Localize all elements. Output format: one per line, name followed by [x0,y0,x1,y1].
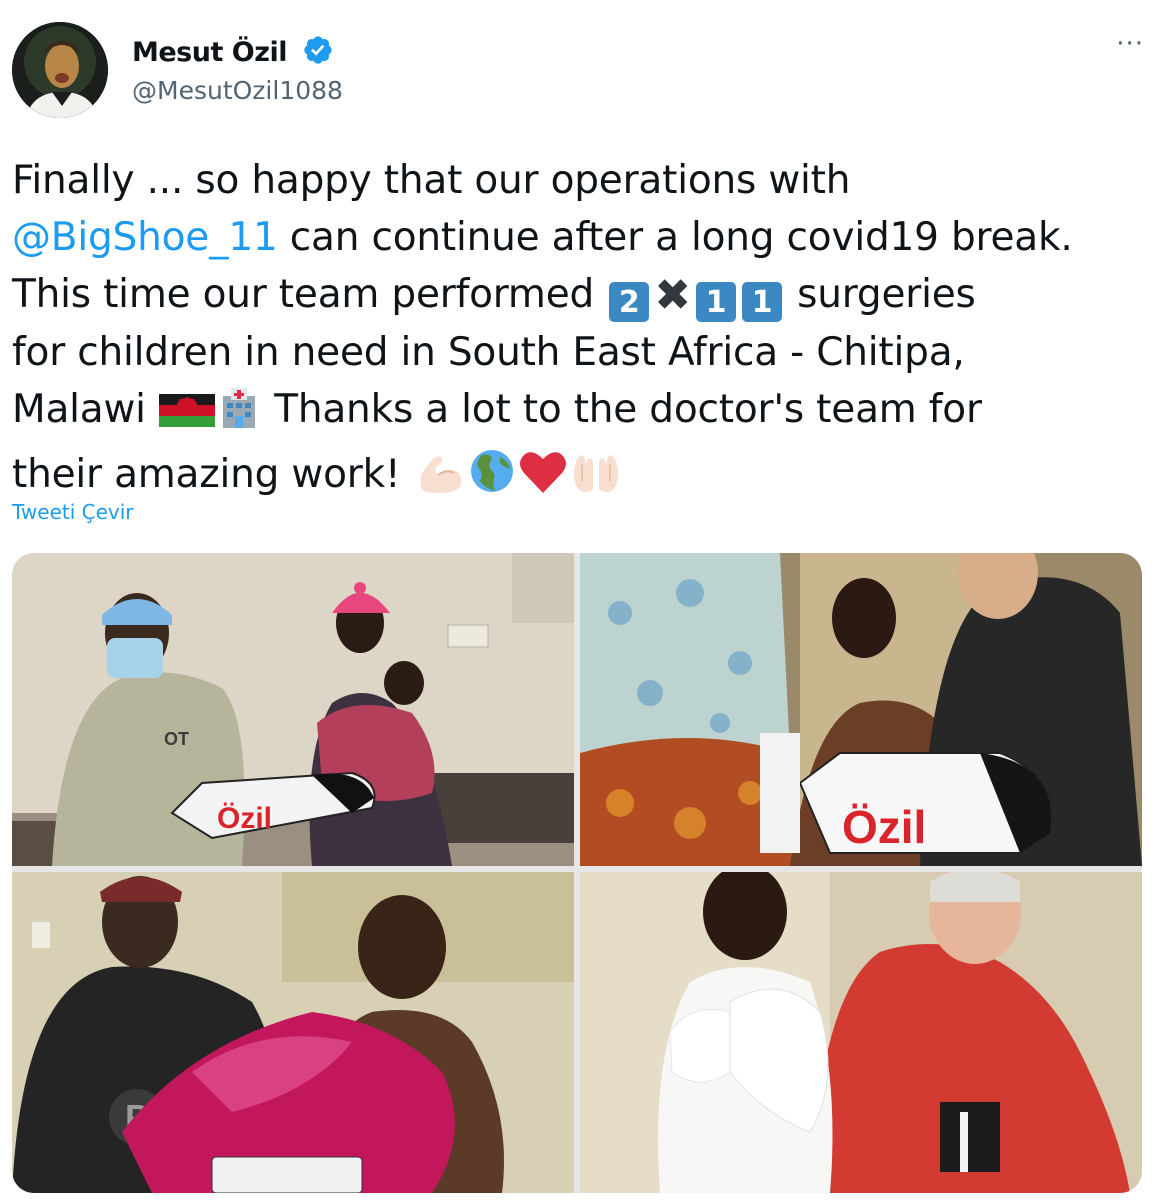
malawi-flag-icon [159,389,216,446]
tweet-line-2: can continue after a long covid19 break. [277,215,1073,260]
photo-2-image: Özil [580,553,1142,866]
red-heart-icon [518,449,568,511]
more-options-icon[interactable]: ··· [1116,31,1144,57]
tweet-line-3-end: surgeries [784,272,976,317]
mention-link[interactable]: @BigShoe_11 [12,215,278,260]
multiply-icon: ✖ [654,270,691,321]
tweet-line-1: Finally ... so happy that our operations… [12,158,851,203]
tweet-line-6: their amazing work! [12,452,413,497]
photo-3-image: P [12,872,574,1193]
avatar[interactable] [12,22,108,118]
tweet-text: Finally ... so happy that our operations… [12,152,1142,511]
flexed-biceps-icon [414,451,466,511]
photo-2[interactable]: Özil [580,553,1142,866]
tweet-line-3-start: This time our team performed [12,272,607,317]
raising-hands-icon [570,451,622,511]
photo-4-image [580,872,1142,1193]
keycap-digit-one: 1 [695,282,736,322]
tweet-line-5-start: Malawi [12,387,159,432]
photo-1-shoe-brand: Özil [217,802,272,835]
keycap-digit-one: 1 [741,282,782,322]
tweet-line-5-end: Thanks a lot to the doctor's team for [262,387,982,432]
photo-4[interactable] [580,872,1142,1193]
display-name-text: Mesut Özil [132,37,287,68]
keycap-digit-two: 2 [609,282,650,322]
tweet-header: Mesut Özil @MesutOzil1088 ··· [12,18,1152,118]
media-grid: Özil OT Özil P [12,553,1142,1193]
translate-tweet-link[interactable]: Tweeti Çevir [12,500,134,524]
photo-3[interactable]: P [12,872,574,1193]
hospital-icon [217,386,261,446]
photo-1[interactable]: Özil OT [12,553,574,866]
verified-badge-icon [302,34,334,66]
photo-1-shirt-text: OT [164,729,189,749]
photo-1-image: Özil OT [12,553,574,866]
user-handle[interactable]: @MesutOzil1088 [132,76,343,105]
photo-2-shoe-brand: Özil [842,801,926,853]
globe-americas-icon [468,447,516,511]
display-name[interactable]: Mesut Özil [132,34,334,68]
tweet-line-4: for children in need in South East Afric… [12,330,965,375]
